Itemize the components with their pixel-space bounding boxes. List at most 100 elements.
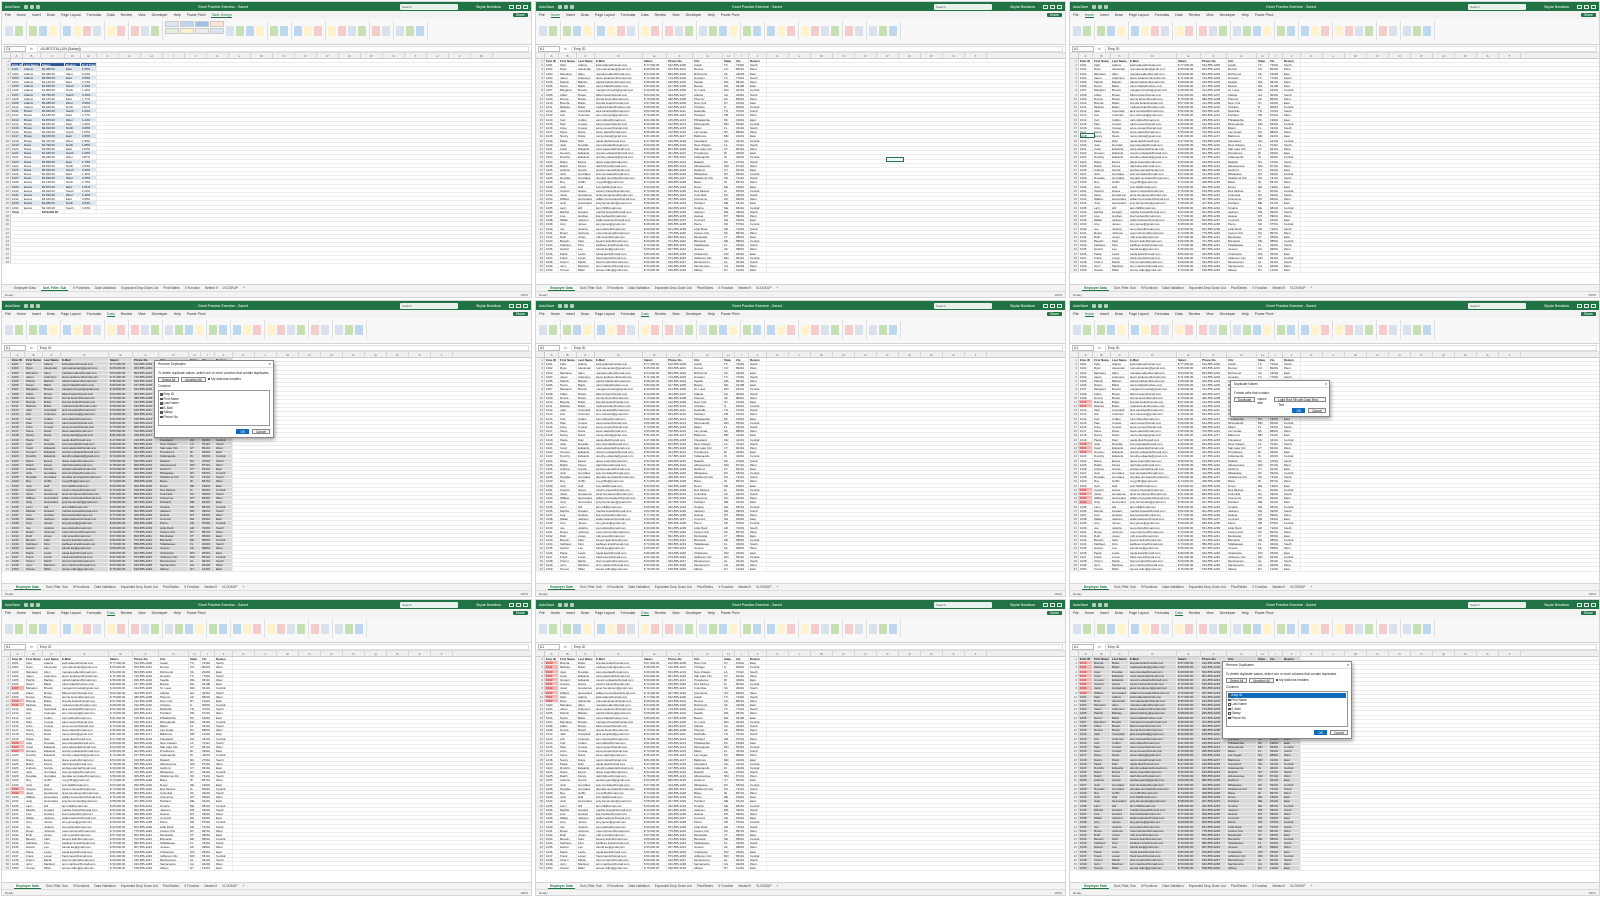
cell[interactable]: $3,320.00 (41, 188, 65, 192)
ribbon-button[interactable] (831, 25, 839, 36)
cell[interactable]: $ 55,000.00 (1177, 130, 1201, 134)
cell[interactable]: Andrew (559, 466, 577, 471)
cell[interactable]: kathleen.king@gmail.com (595, 243, 643, 247)
cell[interactable]: 27601 (201, 458, 215, 462)
cell[interactable]: Martinez (1111, 264, 1129, 268)
cell[interactable]: East (65, 121, 81, 125)
cell[interactable]: 617-555-1205 (1201, 84, 1227, 88)
ribbon-button[interactable] (117, 25, 125, 36)
cell[interactable]: 39201 (735, 209, 749, 213)
cell[interactable]: 84101 (1269, 445, 1283, 450)
cell[interactable]: 89701 (201, 529, 215, 533)
ribbon-button[interactable] (267, 324, 275, 335)
column-header[interactable]: D (65, 53, 81, 58)
cell[interactable]: MS (723, 508, 735, 512)
cell[interactable]: 1001 (545, 362, 559, 366)
row-number[interactable]: 29 (1070, 176, 1079, 180)
cell[interactable]: 601-555-1235 (1201, 209, 1227, 213)
cell[interactable]: West (65, 117, 81, 121)
cell[interactable]: steve.davis@gmail.com (595, 130, 643, 134)
zoom-level[interactable]: 100% (1588, 592, 1596, 596)
cell[interactable]: william.hernandez@gmail.com (595, 197, 643, 201)
cell[interactable]: 518-555-1249 (133, 567, 159, 571)
cell[interactable]: 1045 (545, 247, 559, 251)
select-all-corner[interactable] (2, 352, 11, 357)
row-number[interactable]: 8 (2, 88, 11, 92)
sheet-tab[interactable]: PivotTables (163, 884, 179, 888)
cell[interactable]: 304-555-1245 (133, 849, 159, 853)
cell[interactable]: $ 49,000.00 (643, 387, 667, 391)
ribbon-button[interactable] (253, 623, 261, 634)
cell[interactable]: Cheyenne (1227, 496, 1257, 500)
cell[interactable]: Adams (43, 362, 61, 366)
column-header[interactable]: I (201, 651, 215, 656)
cell[interactable]: 314-555-1206 (667, 387, 693, 391)
cell[interactable]: Central (749, 239, 767, 243)
row-number[interactable]: 38 (536, 512, 545, 517)
cell[interactable]: $ 75,000.00 (643, 96, 667, 100)
cell[interactable]: Sacramento (693, 563, 723, 567)
ribbon-button[interactable] (729, 25, 737, 36)
cell[interactable]: William (559, 197, 577, 201)
sheet-tab[interactable]: Data Validation (1162, 585, 1183, 589)
ribbon-button[interactable] (131, 324, 139, 335)
cell[interactable]: Chicago (693, 404, 723, 408)
cell[interactable]: Gonzales (577, 475, 595, 479)
row-number[interactable]: 50 (2, 862, 11, 866)
cell[interactable]: Phoenix (693, 395, 723, 399)
cell[interactable]: Martinez (1111, 563, 1129, 567)
cell[interactable]: 207-555-1233 (1201, 500, 1227, 504)
column-header[interactable]: J (185, 53, 207, 58)
cell[interactable]: Boise (1227, 479, 1257, 483)
cell[interactable]: 802-555-1241 (1201, 533, 1227, 538)
cell[interactable]: Steve (25, 429, 43, 433)
tab-file[interactable]: File (539, 312, 545, 316)
cell[interactable]: 1038 (545, 218, 559, 222)
cell[interactable]: 06101 (1269, 466, 1283, 471)
column-header[interactable]: O (855, 651, 877, 656)
row-number[interactable]: 43 (536, 234, 545, 239)
cell[interactable]: East (215, 698, 233, 703)
cell[interactable]: RI (1257, 450, 1269, 454)
cell[interactable]: $ 67,000.00 (1177, 471, 1201, 475)
row-number[interactable]: 39 (536, 517, 545, 521)
cell[interactable]: Evans (1111, 159, 1129, 163)
cell[interactable]: Paul (559, 121, 577, 125)
sheet-tab[interactable]: X Function (185, 286, 200, 290)
cell[interactable]: $ 67,000.00 (109, 770, 133, 774)
cell[interactable]: SD (189, 521, 201, 525)
cell[interactable]: 1048 (11, 858, 25, 862)
cell[interactable]: Central (215, 786, 233, 790)
cell[interactable]: South (1283, 475, 1301, 479)
cell[interactable]: 1027 (11, 176, 23, 180)
ribbon-button[interactable] (1161, 324, 1169, 335)
close-icon[interactable]: ✕ (1323, 381, 1329, 387)
cell[interactable]: South (749, 525, 767, 529)
cell[interactable]: 1.32% (81, 193, 97, 197)
cell[interactable]: Jenkins (43, 525, 61, 529)
cell[interactable]: 1005 (11, 378, 25, 383)
cell[interactable]: Gonzales (1111, 471, 1129, 475)
cell[interactable]: 1029 (545, 180, 559, 184)
cell[interactable]: Seattle (693, 79, 723, 84)
cell[interactable]: $3,105.00 (41, 134, 65, 138)
cell[interactable]: Central (749, 172, 767, 176)
cell[interactable]: Allen (1111, 71, 1129, 75)
cell[interactable]: Central (749, 222, 767, 226)
cell[interactable]: Albany (1227, 567, 1257, 571)
cell[interactable]: South (1283, 542, 1301, 546)
cell[interactable]: South (1283, 425, 1301, 429)
cell[interactable]: 1047 (545, 554, 559, 558)
ribbon-button[interactable] (1287, 324, 1295, 335)
cell[interactable]: $ 68,000.00 (643, 105, 667, 109)
zoom-level[interactable]: 100% (520, 891, 528, 895)
cell[interactable]: 317-555-1222 (1201, 454, 1227, 458)
tab-home[interactable]: Home (17, 611, 26, 615)
cell[interactable]: Providence (159, 749, 189, 753)
ribbon-button[interactable] (1185, 25, 1193, 36)
cell[interactable]: 1037 (11, 512, 25, 517)
worksheet-grid[interactable]: A B C D E F G H I J K L M N O P Q R S T 1 Emp ID First Name Las… (536, 651, 1065, 873)
cell[interactable]: Carson City (1227, 230, 1257, 234)
cell[interactable]: $ 53,000.00 (643, 159, 667, 163)
cell[interactable]: Teresa (1093, 268, 1111, 272)
